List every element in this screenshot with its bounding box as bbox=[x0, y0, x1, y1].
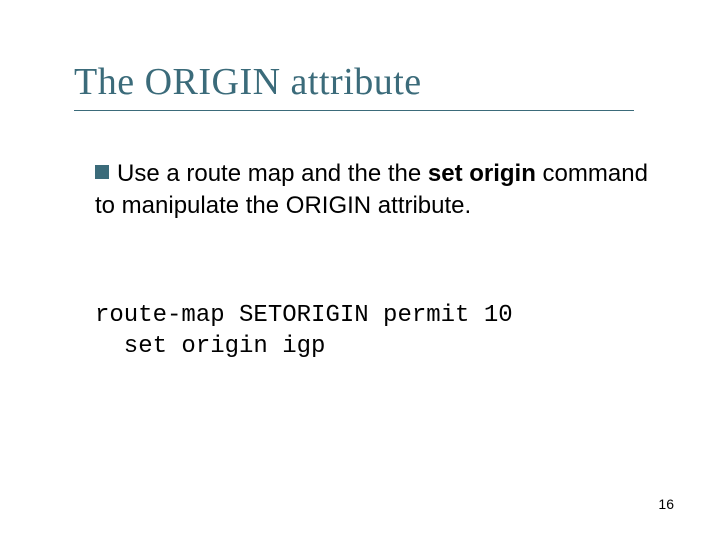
bullet-text-strong: set origin bbox=[428, 160, 536, 187]
slide-title: The ORIGIN attribute bbox=[74, 60, 422, 104]
slide: The ORIGIN attribute Use a route map and… bbox=[0, 0, 720, 540]
bullet-text-pre: Use a route map and the the bbox=[117, 160, 428, 187]
code-line-1: route-map SETORIGIN permit 10 bbox=[95, 302, 513, 329]
page-number: 16 bbox=[658, 496, 674, 512]
code-block: route-map SETORIGIN permit 10 set origin… bbox=[95, 300, 513, 362]
title-underline bbox=[74, 110, 634, 111]
square-bullet-icon bbox=[95, 165, 109, 179]
code-line-2: set origin igp bbox=[95, 333, 325, 360]
bullet-item: Use a route map and the the set origin c… bbox=[95, 158, 650, 223]
body-text: Use a route map and the the set origin c… bbox=[95, 158, 650, 223]
